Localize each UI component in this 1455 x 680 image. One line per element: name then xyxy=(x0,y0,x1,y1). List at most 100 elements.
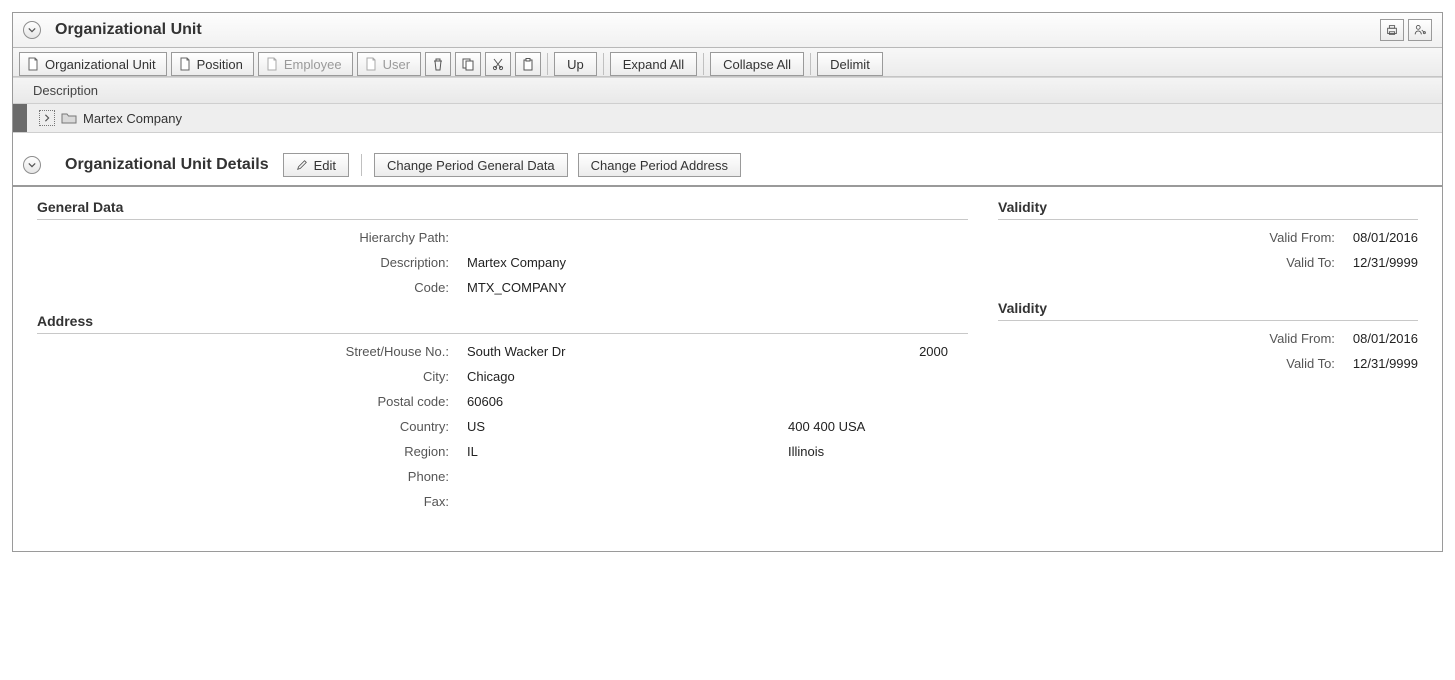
valid-to-label-general: Valid To: xyxy=(998,255,1353,270)
country-extra: 400 400 USA xyxy=(788,419,968,434)
street-label: Street/House No.: xyxy=(37,344,467,359)
tree-area: Description Martex Company xyxy=(13,77,1442,133)
folder-icon xyxy=(61,112,77,124)
toolbar: Organizational Unit Position Employee Us… xyxy=(13,48,1442,77)
general-data-section: General Data Hierarchy Path: Description… xyxy=(37,199,968,295)
paste-button[interactable] xyxy=(515,52,541,76)
region-value: IL xyxy=(467,444,788,459)
pencil-icon xyxy=(296,159,308,171)
new-employee-label: Employee xyxy=(284,57,342,72)
city-value: Chicago xyxy=(467,369,788,384)
toolbar-separator xyxy=(547,53,548,75)
region-extra: Illinois xyxy=(788,444,968,459)
chevron-down-icon xyxy=(28,161,36,169)
collapse-toggle[interactable] xyxy=(23,21,41,39)
region-label: Region: xyxy=(37,444,467,459)
details-header: Organizational Unit Details Edit Change … xyxy=(13,133,1442,187)
personalize-button[interactable] xyxy=(1408,19,1432,41)
tree-column-header: Description xyxy=(13,78,1442,104)
person-wrench-icon xyxy=(1413,23,1427,37)
toolbar-separator xyxy=(703,53,704,75)
house-no-value: 2000 xyxy=(788,344,968,359)
right-column: Validity Valid From: 08/01/2016 Valid To… xyxy=(998,199,1418,527)
valid-to-value-address: 12/31/9999 xyxy=(1353,356,1418,371)
chevron-down-icon xyxy=(28,26,36,34)
paste-icon xyxy=(521,57,535,71)
valid-to-value-general: 12/31/9999 xyxy=(1353,255,1418,270)
up-label: Up xyxy=(567,57,584,72)
change-period-address-button[interactable]: Change Period Address xyxy=(578,153,741,177)
code-label: Code: xyxy=(37,280,467,295)
new-document-icon xyxy=(265,57,279,71)
country-value: US xyxy=(467,419,788,434)
collapse-all-label: Collapse All xyxy=(723,57,791,72)
hierarchy-path-label: Hierarchy Path: xyxy=(37,230,467,245)
cut-button[interactable] xyxy=(485,52,511,76)
validity-general-title: Validity xyxy=(998,199,1418,220)
change-period-general-label: Change Period General Data xyxy=(387,158,555,173)
valid-from-value-address: 08/01/2016 xyxy=(1353,331,1418,346)
address-title: Address xyxy=(37,313,968,334)
delimit-label: Delimit xyxy=(830,57,870,72)
change-period-address-label: Change Period Address xyxy=(591,158,728,173)
toolbar-separator xyxy=(810,53,811,75)
trash-icon xyxy=(431,57,445,71)
left-column: General Data Hierarchy Path: Description… xyxy=(37,199,968,527)
new-org-unit-label: Organizational Unit xyxy=(45,57,156,72)
expand-all-label: Expand All xyxy=(623,57,684,72)
panel-title: Organizational Unit xyxy=(55,21,1380,39)
validity-general-section: Validity Valid From: 08/01/2016 Valid To… xyxy=(998,199,1418,270)
postal-value: 60606 xyxy=(467,394,788,409)
new-document-icon xyxy=(364,57,378,71)
new-employee-button: Employee xyxy=(258,52,353,76)
panel-header: Organizational Unit xyxy=(13,13,1442,48)
description-value: Martex Company xyxy=(467,255,788,270)
delete-button[interactable] xyxy=(425,52,451,76)
org-unit-panel: Organizational Unit Organizational Unit … xyxy=(12,12,1443,552)
new-document-icon xyxy=(178,57,192,71)
tree-row[interactable]: Martex Company xyxy=(13,104,1442,133)
delimit-button[interactable]: Delimit xyxy=(817,52,883,76)
new-document-icon xyxy=(26,57,40,71)
postal-label: Postal code: xyxy=(37,394,467,409)
printer-icon xyxy=(1385,23,1399,37)
valid-to-label-address: Valid To: xyxy=(998,356,1353,371)
validity-address-title: Validity xyxy=(998,300,1418,321)
chevron-right-icon xyxy=(43,114,51,122)
valid-from-label-address: Valid From: xyxy=(998,331,1353,346)
new-position-label: Position xyxy=(197,57,243,72)
details-title: Organizational Unit Details xyxy=(65,156,269,174)
toolbar-separator xyxy=(603,53,604,75)
new-position-button[interactable]: Position xyxy=(171,52,254,76)
edit-button[interactable]: Edit xyxy=(283,153,349,177)
scissors-icon xyxy=(491,57,505,71)
new-user-label: User xyxy=(383,57,410,72)
collapse-all-button[interactable]: Collapse All xyxy=(710,52,804,76)
general-data-title: General Data xyxy=(37,199,968,220)
copy-button[interactable] xyxy=(455,52,481,76)
print-view-button[interactable] xyxy=(1380,19,1404,41)
up-button[interactable]: Up xyxy=(554,52,597,76)
edit-label: Edit xyxy=(314,158,336,173)
valid-from-label-general: Valid From: xyxy=(998,230,1353,245)
new-user-button: User xyxy=(357,52,421,76)
city-label: City: xyxy=(37,369,467,384)
street-value: South Wacker Dr xyxy=(467,344,788,359)
tree-expander[interactable] xyxy=(39,110,55,126)
details-collapse-toggle[interactable] xyxy=(23,156,41,174)
toolbar-separator xyxy=(361,154,362,176)
fax-label: Fax: xyxy=(37,494,467,509)
expand-all-button[interactable]: Expand All xyxy=(610,52,697,76)
code-value: MTX_COMPANY xyxy=(467,280,788,295)
selection-marker xyxy=(13,104,27,132)
change-period-general-button[interactable]: Change Period General Data xyxy=(374,153,568,177)
phone-label: Phone: xyxy=(37,469,467,484)
valid-from-value-general: 08/01/2016 xyxy=(1353,230,1418,245)
validity-address-section: Validity Valid From: 08/01/2016 Valid To… xyxy=(998,300,1418,371)
copy-icon xyxy=(461,57,475,71)
header-tools xyxy=(1380,19,1432,41)
details-body: General Data Hierarchy Path: Description… xyxy=(13,187,1442,551)
new-org-unit-button[interactable]: Organizational Unit xyxy=(19,52,167,76)
address-section: Address Street/House No.: South Wacker D… xyxy=(37,313,968,509)
country-label: Country: xyxy=(37,419,467,434)
